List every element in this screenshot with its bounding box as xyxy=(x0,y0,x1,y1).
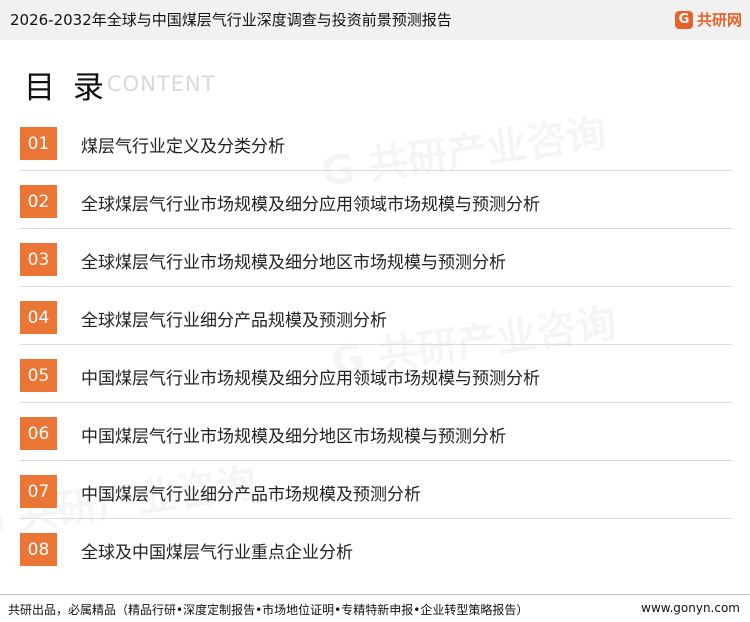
toc-number-badge: 07 xyxy=(20,475,57,508)
toc-number-badge: 03 xyxy=(20,243,57,276)
toc-number-badge: 05 xyxy=(20,359,57,392)
toc-number-badge: 02 xyxy=(20,185,57,218)
header-bar: 2026-2032年全球与中国煤层气行业深度调查与投资前景预测报告 G 共研网 xyxy=(0,0,750,40)
toc-item-label: 中国煤层气行业市场规模及细分地区市场规模与预测分析 xyxy=(81,427,506,447)
toc-item-label: 煤层气行业定义及分类分析 xyxy=(81,137,285,157)
logo-icon: G xyxy=(674,10,693,29)
toc-item-06[interactable]: 06 中国煤层气行业市场规模及细分地区市场规模与预测分析 xyxy=(20,403,732,461)
toc-item-label: 中国煤层气行业细分产品市场规模及预测分析 xyxy=(81,485,421,505)
footer-divider xyxy=(0,594,750,595)
toc-item-02[interactable]: 02 全球煤层气行业市场规模及细分应用领域市场规模与预测分析 xyxy=(20,171,732,229)
toc-number-badge: 06 xyxy=(20,417,57,450)
toc-item-label: 中国煤层气行业市场规模及细分应用领域市场规模与预测分析 xyxy=(81,369,540,389)
toc-item-label: 全球及中国煤层气行业重点企业分析 xyxy=(81,543,353,563)
toc-item-07[interactable]: 07 中国煤层气行业细分产品市场规模及预测分析 xyxy=(20,461,732,519)
toc-item-05[interactable]: 05 中国煤层气行业市场规模及细分应用领域市场规模与预测分析 xyxy=(20,345,732,403)
toc-number-badge: 04 xyxy=(20,301,57,334)
brand-logo: G 共研网 xyxy=(674,9,742,30)
toc-item-03[interactable]: 03 全球煤层气行业市场规模及细分地区市场规模与预测分析 xyxy=(20,229,732,287)
toc-item-label: 全球煤层气行业市场规模及细分应用领域市场规模与预测分析 xyxy=(81,195,540,215)
toc-item-label: 全球煤层气行业细分产品规模及预测分析 xyxy=(81,311,387,331)
page-heading-en: CONTENT xyxy=(107,72,216,96)
table-of-contents: 01 煤层气行业定义及分类分析 02 全球煤层气行业市场规模及细分应用领域市场规… xyxy=(20,113,732,577)
toc-item-label: 全球煤层气行业市场规模及细分地区市场规模与预测分析 xyxy=(81,253,506,273)
toc-item-01[interactable]: 01 煤层气行业定义及分类分析 xyxy=(20,113,732,171)
footer-website[interactable]: www.gonyn.com xyxy=(641,601,740,615)
toc-item-04[interactable]: 04 全球煤层气行业细分产品规模及预测分析 xyxy=(20,287,732,345)
footer-slogan: 共研出品，必属精品（精品行研•深度定制报告•市场地位证明•专精特新申报•企业转型… xyxy=(8,603,529,617)
logo-text: 共研网 xyxy=(696,11,742,29)
page-heading: 目 录 xyxy=(24,70,108,106)
document-title: 2026-2032年全球与中国煤层气行业深度调查与投资前景预测报告 xyxy=(10,11,452,29)
toc-number-badge: 08 xyxy=(20,533,57,566)
toc-number-badge: 01 xyxy=(20,127,57,160)
toc-item-08[interactable]: 08 全球及中国煤层气行业重点企业分析 xyxy=(20,519,732,577)
